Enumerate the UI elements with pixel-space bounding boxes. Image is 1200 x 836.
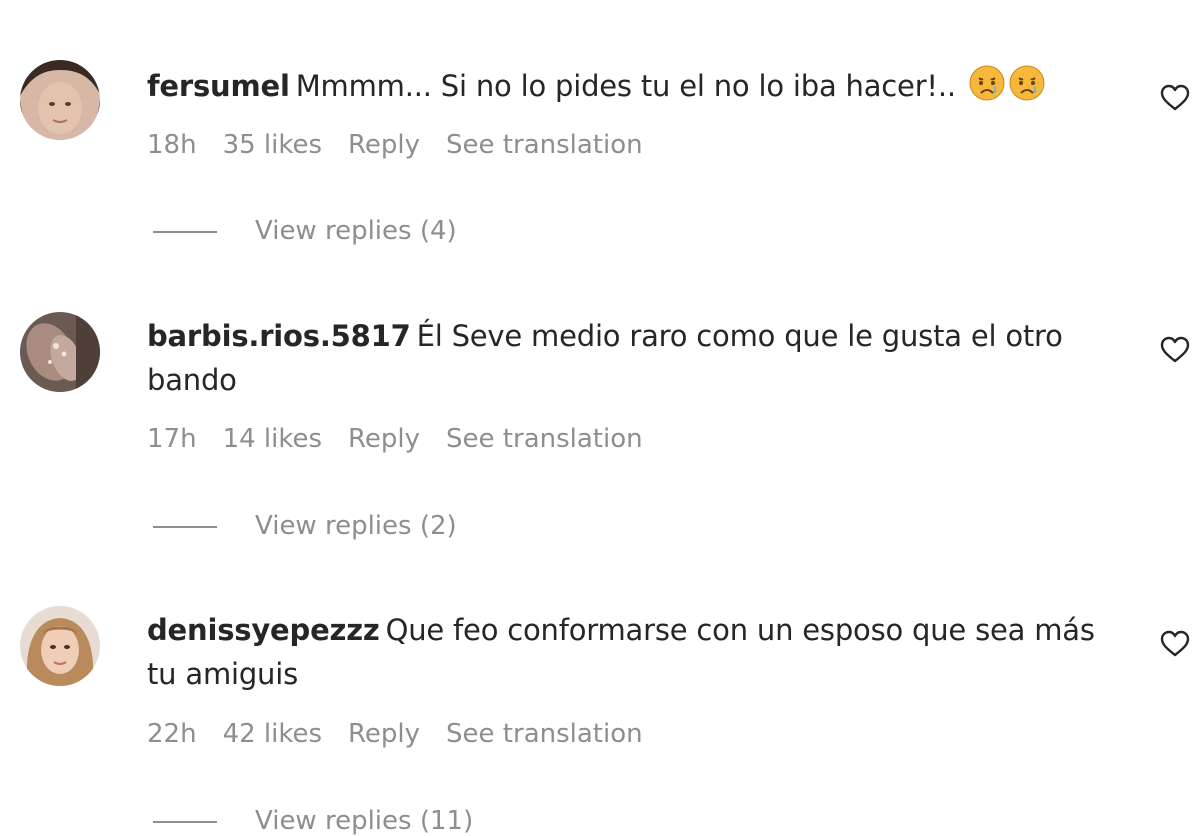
heart-icon[interactable] [1160, 336, 1190, 364]
see-translation-button[interactable]: See translation [446, 130, 643, 160]
heart-icon[interactable] [1160, 630, 1190, 658]
reply-button[interactable]: Reply [348, 719, 420, 749]
comment-username[interactable]: fersumel [147, 69, 290, 103]
comment-username[interactable]: barbis.rios.5817 [147, 319, 411, 353]
view-replies-button[interactable]: View replies (2) [153, 511, 457, 541]
comment-likes[interactable]: 14 likes [223, 424, 322, 454]
reply-button[interactable]: Reply [348, 424, 420, 454]
view-replies-label: View replies (2) [255, 511, 457, 541]
comment-username[interactable]: denissyepezzz [147, 613, 380, 647]
avatar[interactable] [20, 312, 100, 392]
comment-meta: 17h 14 likes Reply See translation [147, 424, 669, 454]
comment-meta: 18h 35 likes Reply See translation [147, 130, 669, 160]
comment-body: Mmmm... Si no lo pides tu el no lo iba h… [295, 69, 956, 103]
crying-face-icon [969, 65, 1005, 113]
comment-likes[interactable]: 35 likes [223, 130, 322, 160]
view-replies-label: View replies (4) [255, 216, 457, 246]
comment-text-block: fersumel Mmmm... Si no lo pides tu el no … [147, 64, 1107, 113]
heart-icon[interactable] [1160, 84, 1190, 112]
divider-line [153, 525, 217, 528]
divider-line [153, 820, 217, 823]
crying-face-icon [1009, 65, 1045, 113]
view-replies-button[interactable]: View replies (4) [153, 216, 457, 246]
comment-likes[interactable]: 42 likes [223, 719, 322, 749]
comment-time[interactable]: 18h [147, 130, 197, 160]
reply-button[interactable]: Reply [348, 130, 420, 160]
avatar[interactable] [20, 60, 100, 140]
comment-meta: 22h 42 likes Reply See translation [147, 719, 669, 749]
divider-line [153, 230, 217, 233]
see-translation-button[interactable]: See translation [446, 424, 643, 454]
view-replies-label: View replies (11) [255, 806, 474, 836]
see-translation-button[interactable]: See translation [446, 719, 643, 749]
comment-text-block: barbis.rios.5817 Él Seve medio raro como … [147, 314, 1107, 402]
comment-time[interactable]: 17h [147, 424, 197, 454]
view-replies-button[interactable]: View replies (11) [153, 806, 473, 836]
comment-text-block: denissyepezzz Que feo conformarse con un … [147, 608, 1107, 696]
avatar[interactable] [20, 606, 100, 686]
comment-time[interactable]: 22h [147, 719, 197, 749]
